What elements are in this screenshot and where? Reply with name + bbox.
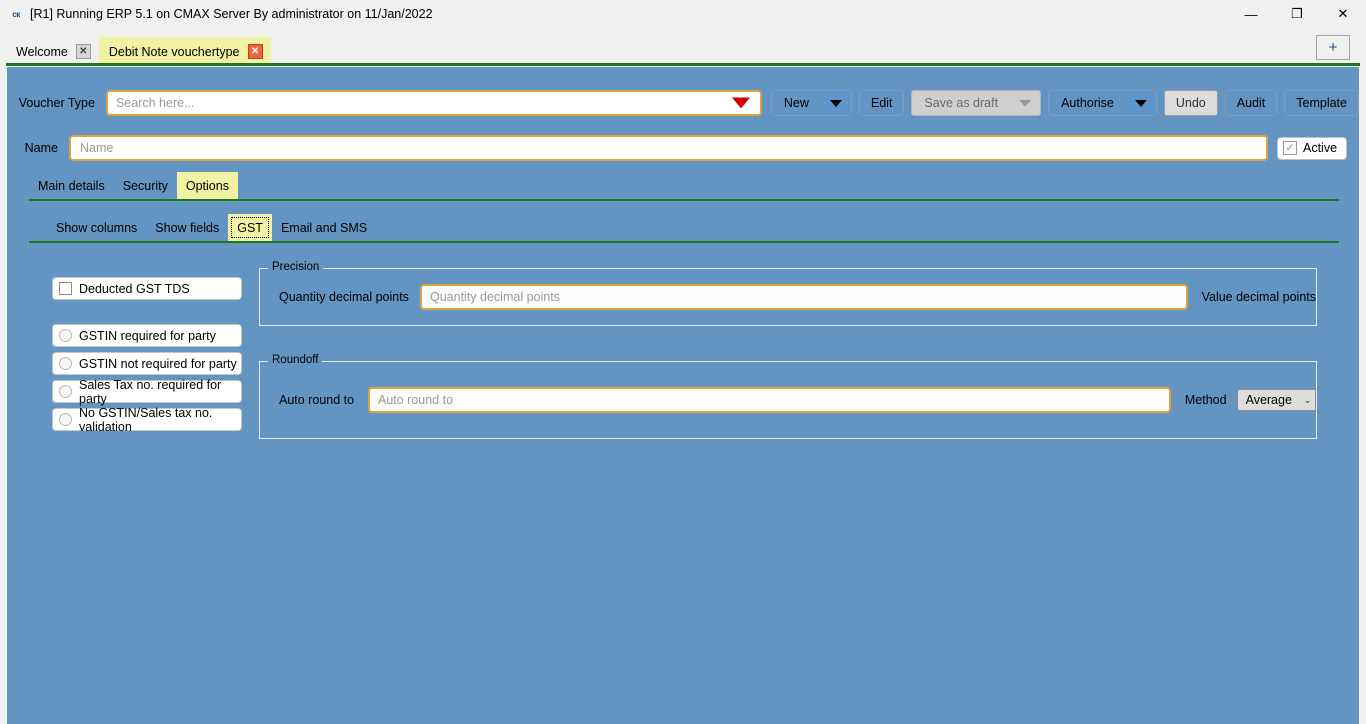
voucher-type-row: Voucher Type Search here... New Edit Sav… [7,88,1359,118]
close-icon[interactable]: ✕ [1320,0,1366,28]
save-as-draft-button[interactable]: Save as draft [911,90,1041,116]
chevron-down-icon: ⌄ [1304,395,1312,406]
active-checkbox[interactable]: ✓ Active [1277,137,1347,160]
authorise-button-label: Authorise [1049,91,1126,115]
dropdown-arrow-icon[interactable] [732,98,750,109]
tab-security[interactable]: Security [114,172,177,199]
chevron-down-icon[interactable] [821,91,851,115]
edit-button[interactable]: Edit [859,90,905,116]
voucher-type-search-input[interactable]: Search here... [106,90,762,116]
auto-round-to-label: Auto round to [279,393,354,407]
voucher-type-label: Voucher Type [7,96,106,110]
minimize-icon[interactable]: — [1228,0,1274,28]
radio-sales-tax-no-required-for-party[interactable]: Sales Tax no. required for party [52,380,242,403]
audit-button[interactable]: Audit [1225,90,1278,116]
radio-icon [59,413,72,426]
chevron-down-icon[interactable] [1010,91,1040,115]
sub-tab-bar: Show columns Show fields GST Email and S… [29,214,1339,243]
radio-icon [59,329,72,342]
title-bar: cк [R1] Running ERP 5.1 on CMAX Server B… [0,0,1366,28]
subtab-show-columns[interactable]: Show columns [47,214,146,241]
app-tab-label: Debit Note vouchertype [109,45,240,59]
checkbox-deducted-gst-tds[interactable]: Deducted GST TDS [52,277,242,300]
value-decimal-points-label: Value decimal points [1202,290,1316,304]
subtab-email-and-sms[interactable]: Email and SMS [272,214,376,241]
undo-button[interactable]: Undo [1164,90,1218,116]
checkbox-label: Deducted GST TDS [79,282,190,296]
app-tab-label: Welcome [16,45,68,59]
checkbox-icon [59,282,72,295]
authorise-button[interactable]: Authorise [1048,90,1157,116]
name-input[interactable]: Name [69,135,1268,161]
auto-round-to-input[interactable]: Auto round to [368,387,1171,413]
radio-no-gstin-sales-tax-no-validation[interactable]: No GSTIN/Sales tax no. validation [52,408,242,431]
window-title: [R1] Running ERP 5.1 on CMAX Server By a… [30,7,433,21]
method-select[interactable]: Average ⌄ [1237,389,1316,411]
radio-icon [59,357,72,370]
radio-label: Sales Tax no. required for party [79,378,241,406]
voucher-type-placeholder: Search here... [116,96,195,110]
record-toolbar: New Edit Save as draft Authorise Undo Au… [771,90,1359,116]
quantity-decimal-points-input[interactable]: Quantity decimal points [420,284,1188,310]
radio-label: No GSTIN/Sales tax no. validation [79,406,241,434]
accent-divider [6,63,1360,66]
radio-gstin-required-for-party[interactable]: GSTIN required for party [52,324,242,347]
quantity-decimal-points-label: Quantity decimal points [279,290,406,304]
radio-gstin-not-required-for-party[interactable]: GSTIN not required for party [52,352,242,375]
chevron-down-icon[interactable] [1126,91,1156,115]
app-tab-welcome[interactable]: Welcome ✕ [6,37,99,66]
precision-fieldset: Precision Quantity decimal points Quanti… [259,268,1317,326]
new-button[interactable]: New [771,90,852,116]
radio-label: GSTIN not required for party [79,357,237,371]
tab-options[interactable]: Options [177,172,238,199]
roundoff-fieldset: Roundoff Auto round to Auto round to Met… [259,361,1317,439]
window-controls: — ❐ ✕ [1228,0,1366,28]
new-button-label: New [772,91,821,115]
subtab-show-fields[interactable]: Show fields [146,214,228,241]
subtab-gst[interactable]: GST [228,214,272,241]
tab-main-details[interactable]: Main details [29,172,114,199]
radio-label: GSTIN required for party [79,329,216,343]
name-label: Name [7,141,69,155]
gst-options-list: Deducted GST TDS GSTIN required for part… [52,277,242,436]
close-icon[interactable]: ✕ [248,44,263,59]
template-button[interactable]: Template [1284,90,1359,116]
app-tab-strip: Welcome ✕ Debit Note vouchertype ✕ + [0,28,1366,66]
method-select-value: Average [1246,393,1292,407]
new-tab-button[interactable]: + [1316,35,1350,60]
checkmark-icon: ✓ [1283,141,1297,155]
maximize-icon[interactable]: ❐ [1274,0,1320,28]
app-tab-debit-note-vouchertype[interactable]: Debit Note vouchertype ✕ [99,37,271,66]
radio-icon [59,385,72,398]
app-icon: cк [8,6,24,22]
save-as-draft-label: Save as draft [912,91,1010,115]
name-row: Name Name ✓ Active [7,134,1359,162]
active-label: Active [1303,141,1337,155]
main-content: Voucher Type Search here... New Edit Sav… [7,67,1359,724]
method-label: Method [1185,393,1227,407]
main-tab-bar: Main details Security Options [29,172,1339,201]
close-icon[interactable]: ✕ [76,44,91,59]
